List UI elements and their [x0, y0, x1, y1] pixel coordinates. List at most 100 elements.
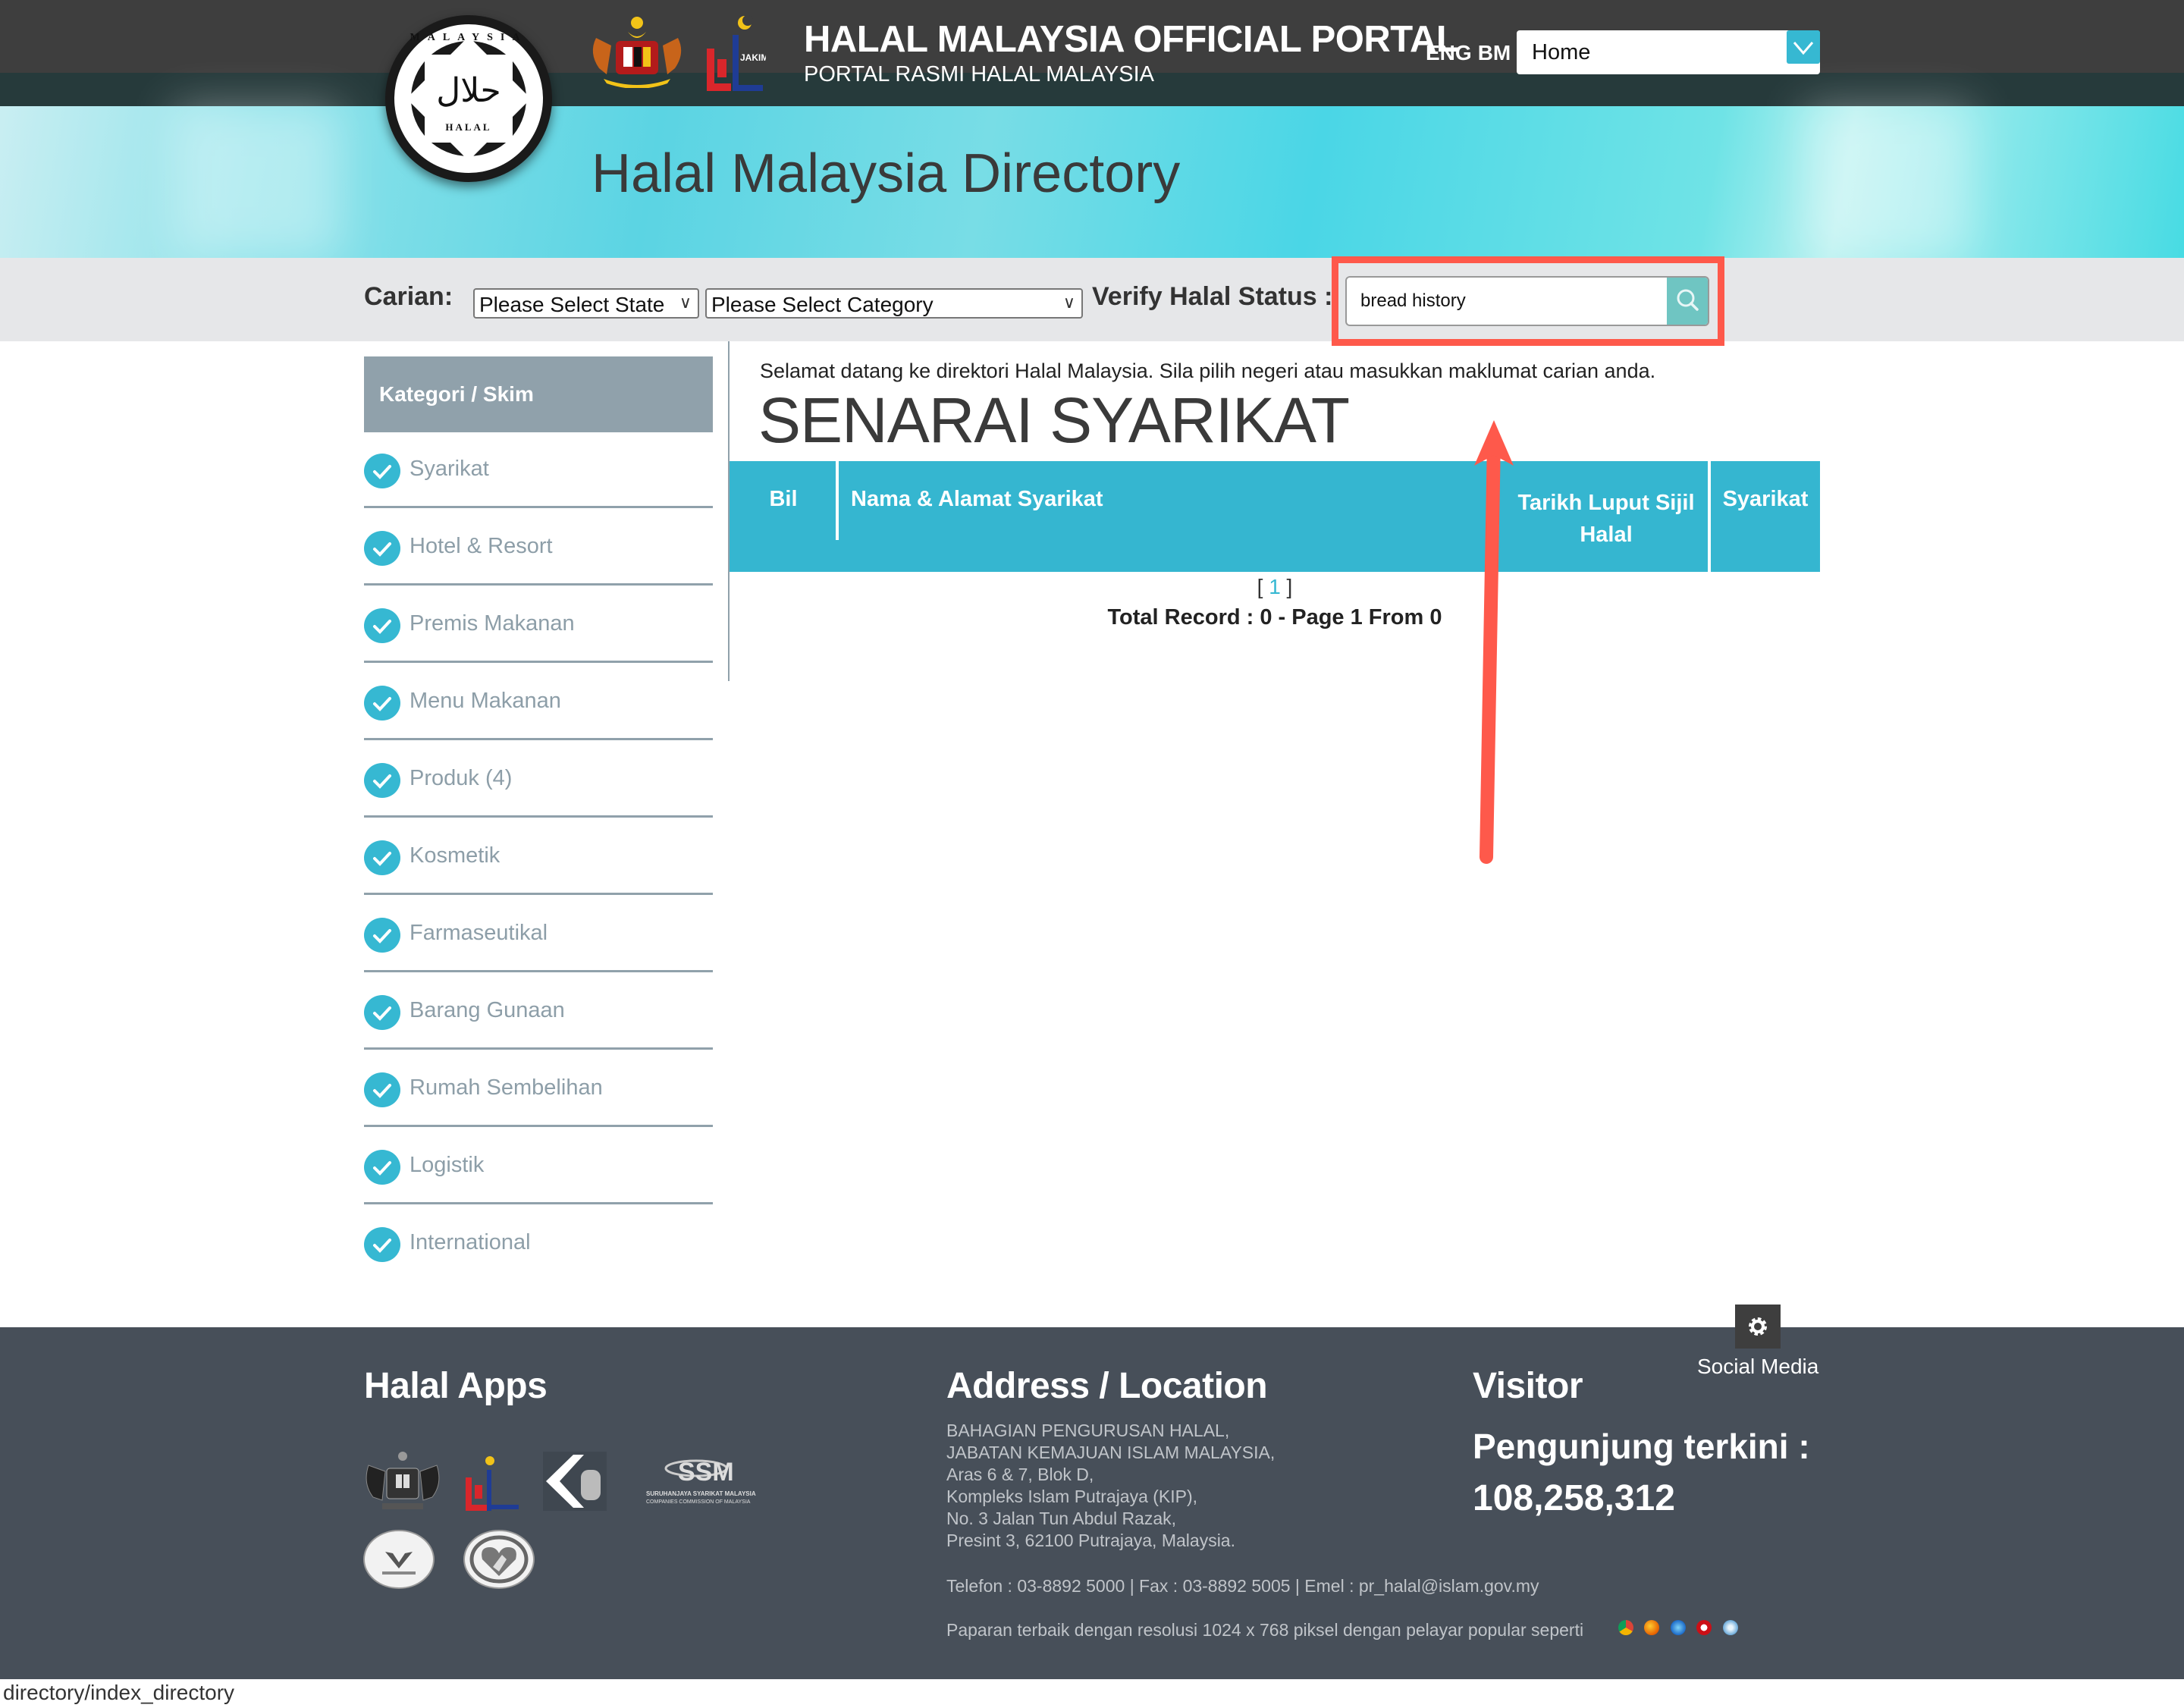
- kami-sedia-membantu-logo-icon[interactable]: [463, 1529, 535, 1590]
- jakim-app-logo-icon[interactable]: [464, 1455, 522, 1512]
- halal-apps-heading: Halal Apps: [364, 1366, 548, 1406]
- sidebar-item-label: Menu Makanan: [410, 689, 561, 713]
- column-separator: [836, 461, 839, 540]
- ssm-line1: SURUHANJAYA SYARIKAT MALAYSIA: [646, 1490, 756, 1497]
- sidebar-item[interactable]: Menu Makanan: [364, 664, 713, 740]
- contact-text: Telefon : 03-8892 5000 | Fax : 03-8892 5…: [946, 1576, 1539, 1596]
- sidebar-item-label: Syarikat: [410, 457, 489, 481]
- check-circle-icon: [364, 1227, 400, 1262]
- hero-glow: [1805, 106, 1972, 258]
- verify-search-box: [1345, 276, 1709, 326]
- check-circle-icon: [364, 531, 400, 566]
- opera-icon: [1696, 1620, 1712, 1635]
- social-media-toggle[interactable]: [1735, 1305, 1781, 1349]
- category-select-value: Please Select Category: [711, 293, 934, 316]
- jata-negara-logo-icon[interactable]: [362, 1450, 443, 1512]
- check-circle-icon: [364, 686, 400, 721]
- welcome-text: Selamat datang ke direktori Halal Malays…: [760, 359, 1656, 382]
- lang-eng-link[interactable]: ENG: [1426, 41, 1472, 64]
- logo-arabic-text: حلال: [436, 71, 501, 110]
- check-circle-icon: [364, 840, 400, 875]
- column-header-label: Tarikh Luput Sijil: [1517, 491, 1695, 515]
- portal-title: HALAL MALAYSIA OFFICIAL PORTAL: [804, 19, 1459, 60]
- sidebar-item-label: International: [410, 1230, 531, 1254]
- sidebar-item[interactable]: International: [364, 1206, 713, 1282]
- page-title: Halal Malaysia Directory: [592, 143, 1181, 204]
- sidebar-item[interactable]: Syarikat: [364, 432, 713, 508]
- chevron-down-icon: ∨: [679, 293, 692, 312]
- search-button[interactable]: [1667, 278, 1708, 325]
- sidebar-item[interactable]: Hotel & Resort: [364, 510, 713, 586]
- hero-glow: [174, 106, 341, 258]
- check-circle-icon: [364, 995, 400, 1030]
- check-circle-icon: [364, 1150, 400, 1185]
- carian-label: Carian:: [364, 282, 453, 311]
- pager-bracket: ]: [1280, 575, 1293, 598]
- sidebar-item[interactable]: Rumah Sembelihan: [364, 1051, 713, 1127]
- firefox-icon: [1644, 1620, 1660, 1635]
- internet-explorer-icon: [1670, 1620, 1686, 1635]
- state-select-value: Please Select State: [479, 293, 665, 316]
- verify-search-input[interactable]: [1360, 287, 1641, 316]
- chevron-down-icon: [1793, 42, 1814, 55]
- check-circle-icon: [364, 918, 400, 953]
- column-header-syarikat[interactable]: Syarikat: [1711, 461, 1820, 572]
- halal-malaysia-logo[interactable]: MALAYSIA حلال HALAL: [385, 15, 552, 182]
- social-media-label[interactable]: Social Media: [1697, 1355, 1818, 1379]
- browser-status-bar: directory/index_directory: [0, 1679, 2184, 1708]
- total-record-text: Total Record : 0 - Page 1 From 0: [1107, 605, 1442, 630]
- column-header-tarikh-luput[interactable]: Tarikh Luput Sijil Halal: [1503, 461, 1709, 572]
- lang-bm-link[interactable]: BM: [1478, 41, 1511, 64]
- results-table-header: Bil Nama & Alamat Syarikat Tarikh Luput …: [730, 461, 1820, 572]
- column-header-nama-alamat[interactable]: Nama & Alamat Syarikat: [851, 461, 1458, 572]
- sidebar-item[interactable]: Kosmetik: [364, 819, 713, 895]
- navigation-select[interactable]: Home: [1517, 30, 1820, 74]
- visitor-label: Pengunjung terkini :: [1473, 1427, 1810, 1466]
- navigation-dropdown-button[interactable]: [1787, 30, 1820, 64]
- sidebar-item[interactable]: Produk (4): [364, 742, 713, 818]
- pagination: [ 1 ]: [730, 575, 1820, 599]
- status-url: directory/index_directory: [3, 1681, 235, 1704]
- jakim-label: JAKIM: [740, 52, 766, 63]
- logo-halal-word: HALAL: [445, 121, 492, 133]
- search-icon: [1677, 289, 1699, 311]
- chevron-down-icon: ∨: [1062, 293, 1075, 312]
- svg-text:SSM: SSM: [678, 1458, 734, 1487]
- sidebar-item-label: Premis Makanan: [410, 611, 575, 636]
- section-heading: SENARAI SYARIKAT: [758, 385, 1350, 456]
- category-select[interactable]: Please Select Category ∨: [705, 288, 1083, 319]
- coat-of-arms-icon: [592, 17, 682, 88]
- sidebar-heading: Kategori / Skim: [364, 356, 713, 432]
- navigation-select-value: Home: [1532, 40, 1591, 64]
- check-circle-icon: [364, 1072, 400, 1107]
- visitor-count: 108,258,312: [1473, 1478, 1675, 1518]
- address-text: BAHAGIAN PENGURUSAN HALAL, JABATAN KEMAJ…: [946, 1421, 1276, 1550]
- pager-bracket: [: [1257, 575, 1269, 598]
- ssm-logo-icon[interactable]: SSM SURUHANJAYA SYARIKAT MALAYSIA COMPAN…: [643, 1450, 764, 1508]
- sidebar-item[interactable]: Premis Makanan: [364, 587, 713, 663]
- veterinary-inspected-logo-icon[interactable]: [362, 1529, 435, 1590]
- ssm-line2: COMPANIES COMMISSION OF MALAYSIA: [646, 1499, 751, 1505]
- sidebar-item-label: Produk (4): [410, 766, 513, 790]
- sidebar-item-label: Rumah Sembelihan: [410, 1075, 603, 1100]
- column-header-bil[interactable]: Bil: [730, 461, 837, 572]
- column-header-label: Syarikat: [1722, 487, 1809, 511]
- sidebar-item[interactable]: Logistik: [364, 1129, 713, 1204]
- column-header-label: Nama & Alamat Syarikat: [851, 487, 1103, 511]
- sidebar-item[interactable]: Barang Gunaan: [364, 974, 713, 1050]
- best-view-text: Paparan terbaik dengan resolusi 1024 x 7…: [946, 1620, 1584, 1640]
- visitor-heading: Visitor: [1473, 1366, 1583, 1406]
- state-select[interactable]: Please Select State ∨: [473, 288, 699, 319]
- sidebar-item-label: Logistik: [410, 1153, 485, 1177]
- jakim-logo-icon: JAKIM: [707, 15, 766, 91]
- sidebar-item-label: Farmaseutikal: [410, 921, 548, 945]
- portal-subtitle: PORTAL RASMI HALAL MALAYSIA: [804, 62, 1155, 86]
- kpdnhep-logo-icon[interactable]: [543, 1452, 607, 1511]
- page-link-1[interactable]: 1: [1269, 575, 1281, 598]
- gear-icon: [1749, 1317, 1767, 1336]
- column-header-label: Bil: [769, 487, 798, 511]
- column-header-label: Halal: [1580, 523, 1633, 547]
- sidebar-item[interactable]: Farmaseutikal: [364, 896, 713, 972]
- verify-halal-label: Verify Halal Status :: [1092, 282, 1333, 311]
- check-circle-icon: [364, 763, 400, 798]
